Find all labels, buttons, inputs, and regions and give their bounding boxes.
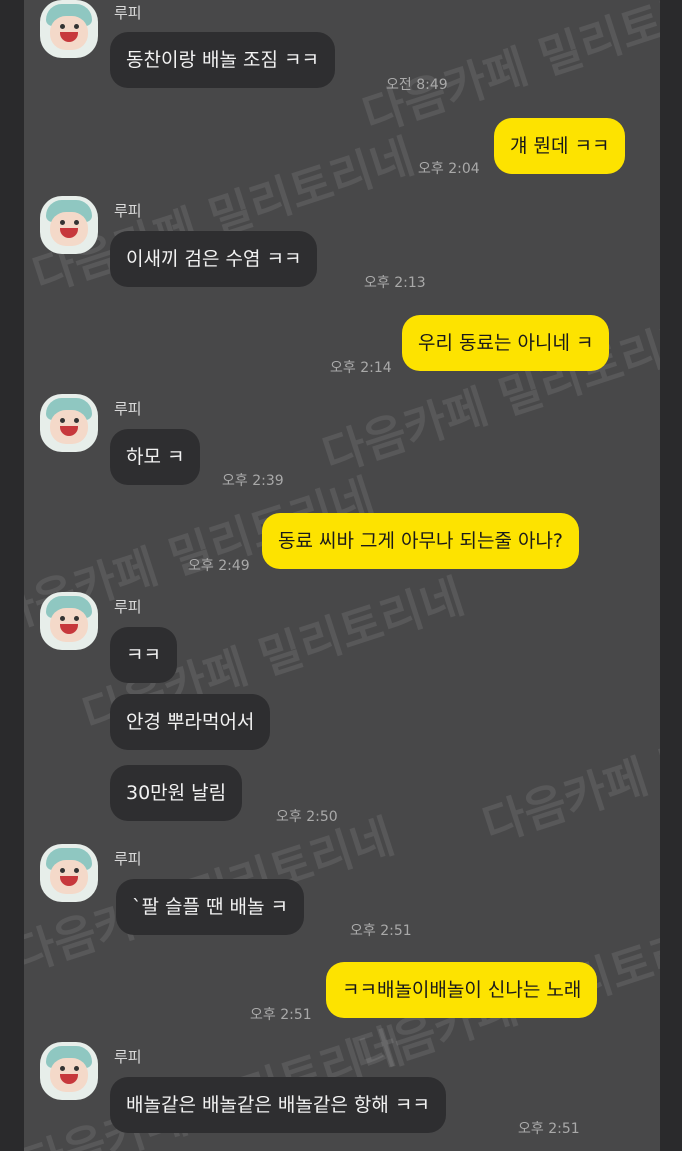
message-bubble-sent[interactable]: 우리 동료는 아니네 ㅋ: [402, 315, 610, 371]
message-bubble-received[interactable]: 배놀같은 배놀같은 배놀같은 항해 ㅋㅋ: [110, 1077, 446, 1133]
avatar[interactable]: [40, 592, 98, 650]
message-time: 오후 2:39: [222, 473, 284, 489]
screen-frame-left: [0, 0, 24, 1151]
message-bubble-received[interactable]: 안경 뿌라먹어서: [110, 694, 271, 750]
message-bubble-received[interactable]: 30만원 날림: [110, 765, 243, 821]
avatar[interactable]: [40, 1042, 98, 1100]
avatar[interactable]: [40, 0, 98, 58]
chat-area[interactable]: 다음카페 밀리토리네 다음카페 밀리토리네 다음카페 밀리토리네 다음카페 밀리…: [24, 0, 660, 1151]
message-time: 오후 2:51: [350, 923, 412, 939]
sender-name: 루피: [114, 202, 142, 220]
avatar[interactable]: [40, 196, 98, 254]
message-bubble-received[interactable]: ㅋㅋ: [110, 627, 177, 683]
message-time: 오후 2:51: [250, 1007, 312, 1023]
message-time: 오후 2:04: [418, 161, 480, 177]
message-time: 오후 2:51: [518, 1121, 580, 1137]
message-time: 오후 2:49: [188, 558, 250, 574]
message-time: 오전 8:49: [386, 77, 448, 93]
message-time: 오후 2:13: [364, 275, 426, 291]
watermark: 다음카페 밀리토리네: [476, 678, 660, 853]
message-bubble-sent[interactable]: 동료 씨바 그게 아무나 되는줄 아나?: [262, 513, 580, 569]
screen-frame-right: [660, 0, 682, 1151]
message-bubble-sent[interactable]: 걔 뭔데 ㅋㅋ: [494, 118, 626, 174]
message-bubble-received[interactable]: `팔 슬플 땐 배놀 ㅋ: [116, 879, 305, 935]
sender-name: 루피: [114, 400, 142, 418]
sender-name: 루피: [114, 598, 142, 616]
sender-name: 루피: [114, 4, 142, 22]
message-bubble-received[interactable]: 하모 ㅋ: [110, 429, 201, 485]
sender-name: 루피: [114, 850, 142, 868]
message-time: 오후 2:50: [276, 809, 338, 825]
sender-name: 루피: [114, 1048, 142, 1066]
message-bubble-received[interactable]: 이새끼 검은 수염 ㅋㅋ: [110, 231, 318, 287]
avatar[interactable]: [40, 394, 98, 452]
message-bubble-sent[interactable]: ㅋㅋ배놀이배놀이 신나는 노래: [326, 962, 598, 1018]
avatar[interactable]: [40, 844, 98, 902]
message-time: 오후 2:14: [330, 360, 392, 376]
message-bubble-received[interactable]: 동찬이랑 배놀 조짐 ㅋㅋ: [110, 32, 335, 88]
